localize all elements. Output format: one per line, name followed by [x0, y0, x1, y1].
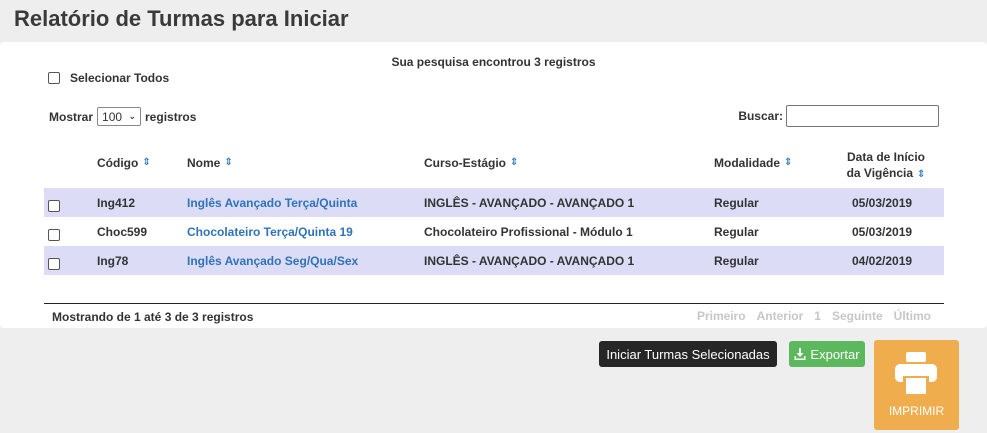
select-all-label: Selecionar Todos [70, 71, 170, 85]
print-label: IMPRIMIR [888, 404, 945, 418]
page-length-select[interactable]: 100 ⌄ [97, 107, 142, 126]
search-label: Buscar: [738, 109, 783, 123]
cell-modalidade: Regular [714, 224, 759, 239]
download-icon [794, 348, 806, 360]
cell-curso: INGLÊS - AVANÇADO - AVANÇADO 1 [424, 195, 635, 210]
row-checkbox[interactable] [48, 200, 60, 212]
column-header-codigo[interactable]: Código ⇕ [97, 156, 151, 170]
table-row[interactable]: Ing412 Inglês Avançado Terça/Quinta INGL… [44, 188, 944, 217]
page-title: Relatório de Turmas para Iniciar [14, 6, 349, 31]
sort-icon: ⇕ [784, 157, 793, 168]
start-classes-button[interactable]: Iniciar Turmas Selecionadas [599, 341, 777, 367]
cell-modalidade: Regular [714, 195, 759, 210]
pager-first[interactable]: Primeiro [697, 309, 746, 323]
cell-curso: INGLÊS - AVANÇADO - AVANÇADO 1 [424, 253, 635, 268]
search-input[interactable] [786, 105, 939, 127]
results-panel: Sua pesquisa encontrou 3 registros Selec… [0, 42, 987, 328]
pager-prev[interactable]: Anterior [757, 309, 804, 323]
pager-next[interactable]: Seguinte [832, 309, 883, 323]
export-label: Exportar [810, 346, 860, 362]
sort-icon: ⇕ [142, 157, 151, 168]
page-length-suffix: registros [145, 109, 197, 124]
row-checkbox[interactable] [48, 229, 60, 241]
table-info: Mostrando de 1 até 3 de 3 registros [52, 310, 254, 324]
column-header-curso[interactable]: Curso-Estágio ⇕ [424, 156, 518, 170]
cell-codigo: Ing78 [97, 253, 129, 268]
sort-icon: ⇕ [510, 157, 519, 168]
column-header-data[interactable]: Data de Início da Vigência ⇕ [836, 149, 936, 181]
select-all-checkbox[interactable] [48, 72, 60, 84]
page-length-prefix: Mostrar [49, 109, 94, 124]
column-header-modalidade[interactable]: Modalidade ⇕ [714, 156, 792, 170]
row-checkbox[interactable] [48, 258, 60, 270]
cell-data: 05/03/2019 [852, 195, 913, 210]
chevron-down-icon: ⌄ [128, 111, 137, 121]
cell-modalidade: Regular [714, 253, 759, 268]
cell-nome-link[interactable]: Inglês Avançado Seg/Qua/Sex [187, 246, 358, 275]
result-count: Sua pesquisa encontrou 3 registros [391, 55, 596, 69]
table-row[interactable]: Choc599 Chocolateiro Terça/Quinta 19 Cho… [44, 217, 944, 246]
print-button[interactable]: IMPRIMIR [874, 340, 959, 430]
sort-icon: ⇕ [224, 157, 233, 168]
cell-codigo: Choc599 [97, 224, 148, 239]
pagination: Primeiro Anterior 1 Seguinte Último [697, 309, 931, 323]
page-length-control: Mostrar 100 ⌄ registros [49, 107, 196, 126]
table-bottom-border [44, 303, 944, 304]
select-all[interactable]: Selecionar Todos [48, 71, 169, 85]
cell-data: 04/02/2019 [852, 253, 913, 268]
cell-nome-link[interactable]: Chocolateiro Terça/Quinta 19 [187, 217, 353, 246]
pager-last[interactable]: Último [894, 309, 931, 323]
column-header-nome[interactable]: Nome ⇕ [187, 156, 233, 170]
sort-icon: ⇕ [917, 169, 926, 180]
cell-curso: Chocolateiro Profissional - Módulo 1 [424, 224, 633, 239]
printer-icon [895, 352, 937, 394]
export-button[interactable]: Exportar [789, 341, 865, 367]
pager-page[interactable]: 1 [814, 309, 821, 323]
table-row[interactable]: Ing78 Inglês Avançado Seg/Qua/Sex INGLÊS… [44, 246, 944, 275]
cell-data: 05/03/2019 [852, 224, 913, 239]
cell-codigo: Ing412 [97, 195, 136, 210]
search-control: Buscar: [738, 105, 939, 127]
cell-nome-link[interactable]: Inglês Avançado Terça/Quinta [187, 188, 357, 217]
page-length-value: 100 [102, 109, 123, 124]
